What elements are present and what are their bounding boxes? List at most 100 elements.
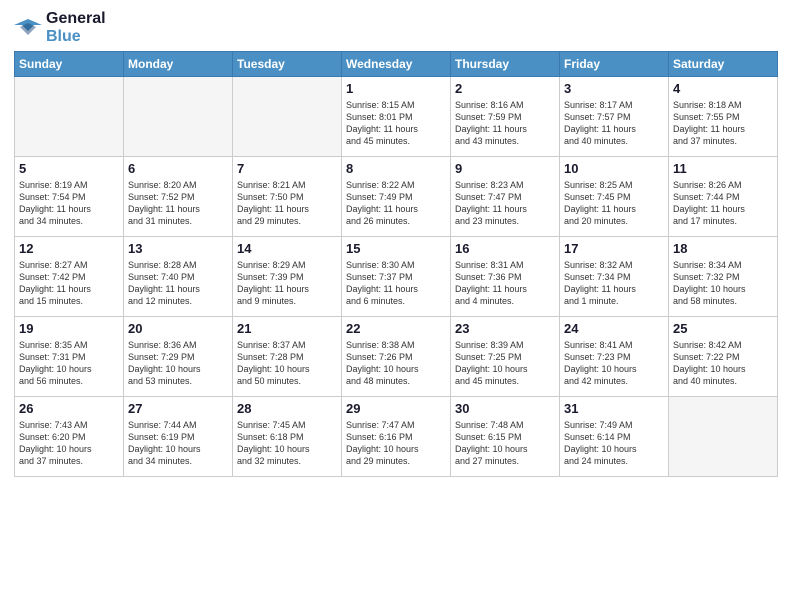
weekday-header-saturday: Saturday <box>669 52 778 77</box>
calendar-cell: 5Sunrise: 8:19 AM Sunset: 7:54 PM Daylig… <box>15 157 124 237</box>
day-info: Sunrise: 7:43 AM Sunset: 6:20 PM Dayligh… <box>19 419 119 468</box>
calendar-cell: 7Sunrise: 8:21 AM Sunset: 7:50 PM Daylig… <box>233 157 342 237</box>
day-number: 22 <box>346 320 446 338</box>
calendar-cell <box>15 77 124 157</box>
calendar-cell: 15Sunrise: 8:30 AM Sunset: 7:37 PM Dayli… <box>342 237 451 317</box>
day-info: Sunrise: 8:31 AM Sunset: 7:36 PM Dayligh… <box>455 259 555 308</box>
day-info: Sunrise: 8:35 AM Sunset: 7:31 PM Dayligh… <box>19 339 119 388</box>
day-number: 28 <box>237 400 337 418</box>
calendar-cell <box>669 397 778 477</box>
calendar-cell: 8Sunrise: 8:22 AM Sunset: 7:49 PM Daylig… <box>342 157 451 237</box>
day-number: 14 <box>237 240 337 258</box>
day-info: Sunrise: 8:41 AM Sunset: 7:23 PM Dayligh… <box>564 339 664 388</box>
day-info: Sunrise: 8:20 AM Sunset: 7:52 PM Dayligh… <box>128 179 228 228</box>
day-number: 10 <box>564 160 664 178</box>
calendar-cell: 23Sunrise: 8:39 AM Sunset: 7:25 PM Dayli… <box>451 317 560 397</box>
day-number: 3 <box>564 80 664 98</box>
calendar-cell: 21Sunrise: 8:37 AM Sunset: 7:28 PM Dayli… <box>233 317 342 397</box>
calendar-cell <box>233 77 342 157</box>
calendar-cell: 16Sunrise: 8:31 AM Sunset: 7:36 PM Dayli… <box>451 237 560 317</box>
calendar-cell: 13Sunrise: 8:28 AM Sunset: 7:40 PM Dayli… <box>124 237 233 317</box>
day-number: 26 <box>19 400 119 418</box>
calendar-cell: 28Sunrise: 7:45 AM Sunset: 6:18 PM Dayli… <box>233 397 342 477</box>
calendar-cell: 19Sunrise: 8:35 AM Sunset: 7:31 PM Dayli… <box>15 317 124 397</box>
calendar-cell: 24Sunrise: 8:41 AM Sunset: 7:23 PM Dayli… <box>560 317 669 397</box>
day-number: 16 <box>455 240 555 258</box>
day-info: Sunrise: 8:15 AM Sunset: 8:01 PM Dayligh… <box>346 99 446 148</box>
calendar-cell: 25Sunrise: 8:42 AM Sunset: 7:22 PM Dayli… <box>669 317 778 397</box>
day-number: 23 <box>455 320 555 338</box>
calendar-cell: 27Sunrise: 7:44 AM Sunset: 6:19 PM Dayli… <box>124 397 233 477</box>
day-info: Sunrise: 8:21 AM Sunset: 7:50 PM Dayligh… <box>237 179 337 228</box>
calendar-cell: 2Sunrise: 8:16 AM Sunset: 7:59 PM Daylig… <box>451 77 560 157</box>
calendar-cell: 3Sunrise: 8:17 AM Sunset: 7:57 PM Daylig… <box>560 77 669 157</box>
weekday-header-friday: Friday <box>560 52 669 77</box>
calendar-cell: 4Sunrise: 8:18 AM Sunset: 7:55 PM Daylig… <box>669 77 778 157</box>
week-row-3: 12Sunrise: 8:27 AM Sunset: 7:42 PM Dayli… <box>15 237 778 317</box>
logo-icon <box>14 17 42 39</box>
day-info: Sunrise: 8:39 AM Sunset: 7:25 PM Dayligh… <box>455 339 555 388</box>
day-info: Sunrise: 8:28 AM Sunset: 7:40 PM Dayligh… <box>128 259 228 308</box>
logo: General Blue <box>14 10 106 45</box>
header: General Blue <box>14 10 778 45</box>
day-info: Sunrise: 7:44 AM Sunset: 6:19 PM Dayligh… <box>128 419 228 468</box>
day-info: Sunrise: 7:47 AM Sunset: 6:16 PM Dayligh… <box>346 419 446 468</box>
calendar-table: SundayMondayTuesdayWednesdayThursdayFrid… <box>14 51 778 477</box>
day-info: Sunrise: 8:29 AM Sunset: 7:39 PM Dayligh… <box>237 259 337 308</box>
day-number: 7 <box>237 160 337 178</box>
weekday-header-monday: Monday <box>124 52 233 77</box>
day-number: 12 <box>19 240 119 258</box>
day-info: Sunrise: 8:27 AM Sunset: 7:42 PM Dayligh… <box>19 259 119 308</box>
calendar-cell: 31Sunrise: 7:49 AM Sunset: 6:14 PM Dayli… <box>560 397 669 477</box>
day-number: 17 <box>564 240 664 258</box>
day-info: Sunrise: 8:19 AM Sunset: 7:54 PM Dayligh… <box>19 179 119 228</box>
day-number: 24 <box>564 320 664 338</box>
page: General Blue SundayMondayTuesdayWednesda… <box>0 0 792 612</box>
calendar-cell <box>124 77 233 157</box>
weekday-header-wednesday: Wednesday <box>342 52 451 77</box>
weekday-header-sunday: Sunday <box>15 52 124 77</box>
calendar-cell: 6Sunrise: 8:20 AM Sunset: 7:52 PM Daylig… <box>124 157 233 237</box>
day-number: 9 <box>455 160 555 178</box>
day-number: 2 <box>455 80 555 98</box>
day-info: Sunrise: 8:17 AM Sunset: 7:57 PM Dayligh… <box>564 99 664 148</box>
day-number: 6 <box>128 160 228 178</box>
day-info: Sunrise: 7:49 AM Sunset: 6:14 PM Dayligh… <box>564 419 664 468</box>
day-number: 27 <box>128 400 228 418</box>
week-row-4: 19Sunrise: 8:35 AM Sunset: 7:31 PM Dayli… <box>15 317 778 397</box>
day-number: 15 <box>346 240 446 258</box>
calendar-cell: 26Sunrise: 7:43 AM Sunset: 6:20 PM Dayli… <box>15 397 124 477</box>
day-number: 29 <box>346 400 446 418</box>
day-number: 20 <box>128 320 228 338</box>
calendar-cell: 22Sunrise: 8:38 AM Sunset: 7:26 PM Dayli… <box>342 317 451 397</box>
day-info: Sunrise: 8:23 AM Sunset: 7:47 PM Dayligh… <box>455 179 555 228</box>
day-info: Sunrise: 8:32 AM Sunset: 7:34 PM Dayligh… <box>564 259 664 308</box>
week-row-2: 5Sunrise: 8:19 AM Sunset: 7:54 PM Daylig… <box>15 157 778 237</box>
calendar-cell: 10Sunrise: 8:25 AM Sunset: 7:45 PM Dayli… <box>560 157 669 237</box>
day-number: 5 <box>19 160 119 178</box>
day-number: 1 <box>346 80 446 98</box>
day-number: 25 <box>673 320 773 338</box>
calendar-cell: 30Sunrise: 7:48 AM Sunset: 6:15 PM Dayli… <box>451 397 560 477</box>
day-info: Sunrise: 8:18 AM Sunset: 7:55 PM Dayligh… <box>673 99 773 148</box>
day-number: 18 <box>673 240 773 258</box>
day-info: Sunrise: 8:16 AM Sunset: 7:59 PM Dayligh… <box>455 99 555 148</box>
calendar-cell: 11Sunrise: 8:26 AM Sunset: 7:44 PM Dayli… <box>669 157 778 237</box>
weekday-header-row: SundayMondayTuesdayWednesdayThursdayFrid… <box>15 52 778 77</box>
day-info: Sunrise: 8:25 AM Sunset: 7:45 PM Dayligh… <box>564 179 664 228</box>
day-number: 11 <box>673 160 773 178</box>
week-row-5: 26Sunrise: 7:43 AM Sunset: 6:20 PM Dayli… <box>15 397 778 477</box>
day-info: Sunrise: 8:30 AM Sunset: 7:37 PM Dayligh… <box>346 259 446 308</box>
weekday-header-tuesday: Tuesday <box>233 52 342 77</box>
day-number: 8 <box>346 160 446 178</box>
day-number: 4 <box>673 80 773 98</box>
logo-text: General Blue <box>46 10 106 45</box>
calendar-cell: 1Sunrise: 8:15 AM Sunset: 8:01 PM Daylig… <box>342 77 451 157</box>
calendar-cell: 20Sunrise: 8:36 AM Sunset: 7:29 PM Dayli… <box>124 317 233 397</box>
calendar-cell: 17Sunrise: 8:32 AM Sunset: 7:34 PM Dayli… <box>560 237 669 317</box>
weekday-header-thursday: Thursday <box>451 52 560 77</box>
day-info: Sunrise: 8:26 AM Sunset: 7:44 PM Dayligh… <box>673 179 773 228</box>
calendar-cell: 9Sunrise: 8:23 AM Sunset: 7:47 PM Daylig… <box>451 157 560 237</box>
day-number: 21 <box>237 320 337 338</box>
day-info: Sunrise: 8:36 AM Sunset: 7:29 PM Dayligh… <box>128 339 228 388</box>
